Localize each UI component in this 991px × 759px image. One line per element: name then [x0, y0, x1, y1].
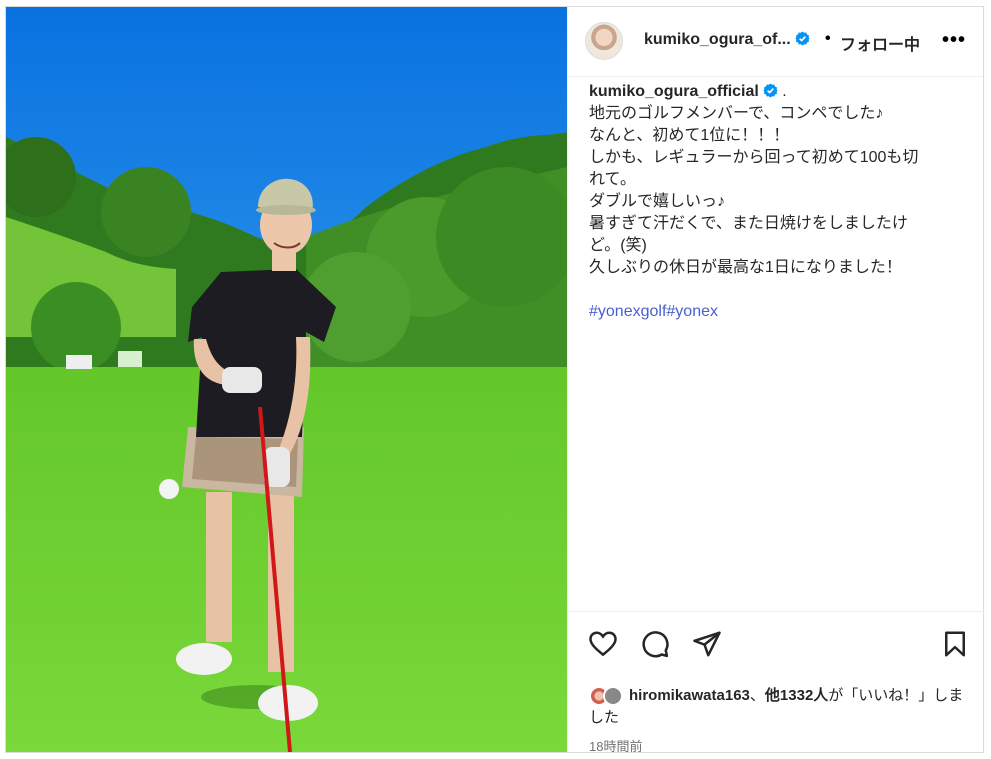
caption-suffix: .: [777, 83, 787, 100]
hashtags-link[interactable]: #yonexgolf#yonex: [589, 301, 959, 323]
caption-line: ダブルで嬉しいっ♪: [589, 193, 726, 210]
post-timestamp[interactable]: 18時間前: [589, 736, 642, 755]
caption-line: れて。: [589, 171, 637, 188]
share-icon[interactable]: [692, 629, 722, 659]
verified-badge-icon: [795, 31, 810, 46]
caption-line: なんと、初めて1位に！！！: [589, 127, 790, 144]
caption-line: ど。(笑): [589, 237, 647, 254]
caption-line: 暑すぎて汗だくで、また日焼けをしましたけ: [589, 215, 908, 232]
verified-badge-icon: [763, 83, 778, 98]
likes-others-link[interactable]: 他1332人: [765, 687, 828, 704]
caption-line: 久しぶりの休日が最高な1日になりました！: [589, 259, 902, 276]
post-caption: kumiko_ogura_official . 地元のゴルフメンバーで、コンペで…: [589, 81, 959, 323]
avatar[interactable]: [585, 22, 623, 60]
post-header: kumiko_ogura_of... • フォロー中 •••: [568, 7, 983, 77]
liker-avatar[interactable]: [603, 686, 623, 706]
username-text[interactable]: kumiko_ogura_of...: [644, 31, 791, 48]
bookmark-icon[interactable]: [940, 629, 970, 659]
more-options-icon[interactable]: •••: [942, 29, 966, 52]
caption-line: しかも、レギュラーから回って初めて100も切: [589, 149, 919, 166]
following-button[interactable]: フォロー中: [840, 31, 920, 55]
separator-dot: •: [825, 30, 831, 47]
heart-icon[interactable]: [588, 629, 618, 659]
likes-summary: hiromikawata163、他1332人が「いいね！」しました: [589, 685, 969, 729]
comment-icon[interactable]: [640, 629, 670, 659]
post-photo[interactable]: [6, 7, 567, 752]
instagram-post-card: kumiko_ogura_of... • フォロー中 ••• kumiko_og…: [5, 6, 984, 755]
post-side-panel: kumiko_ogura_of... • フォロー中 ••• kumiko_og…: [567, 7, 984, 755]
caption-username[interactable]: kumiko_ogura_official: [589, 83, 759, 100]
post-actions: hiromikawata163、他1332人が「いいね！」しました 18時間前: [568, 611, 984, 755]
post-username[interactable]: kumiko_ogura_of...: [644, 31, 810, 49]
caption-line: 地元のゴルフメンバーで、コンペでした♪: [589, 105, 884, 122]
likes-joiner: 、: [749, 687, 765, 704]
liker-username[interactable]: hiromikawata163: [629, 687, 750, 704]
